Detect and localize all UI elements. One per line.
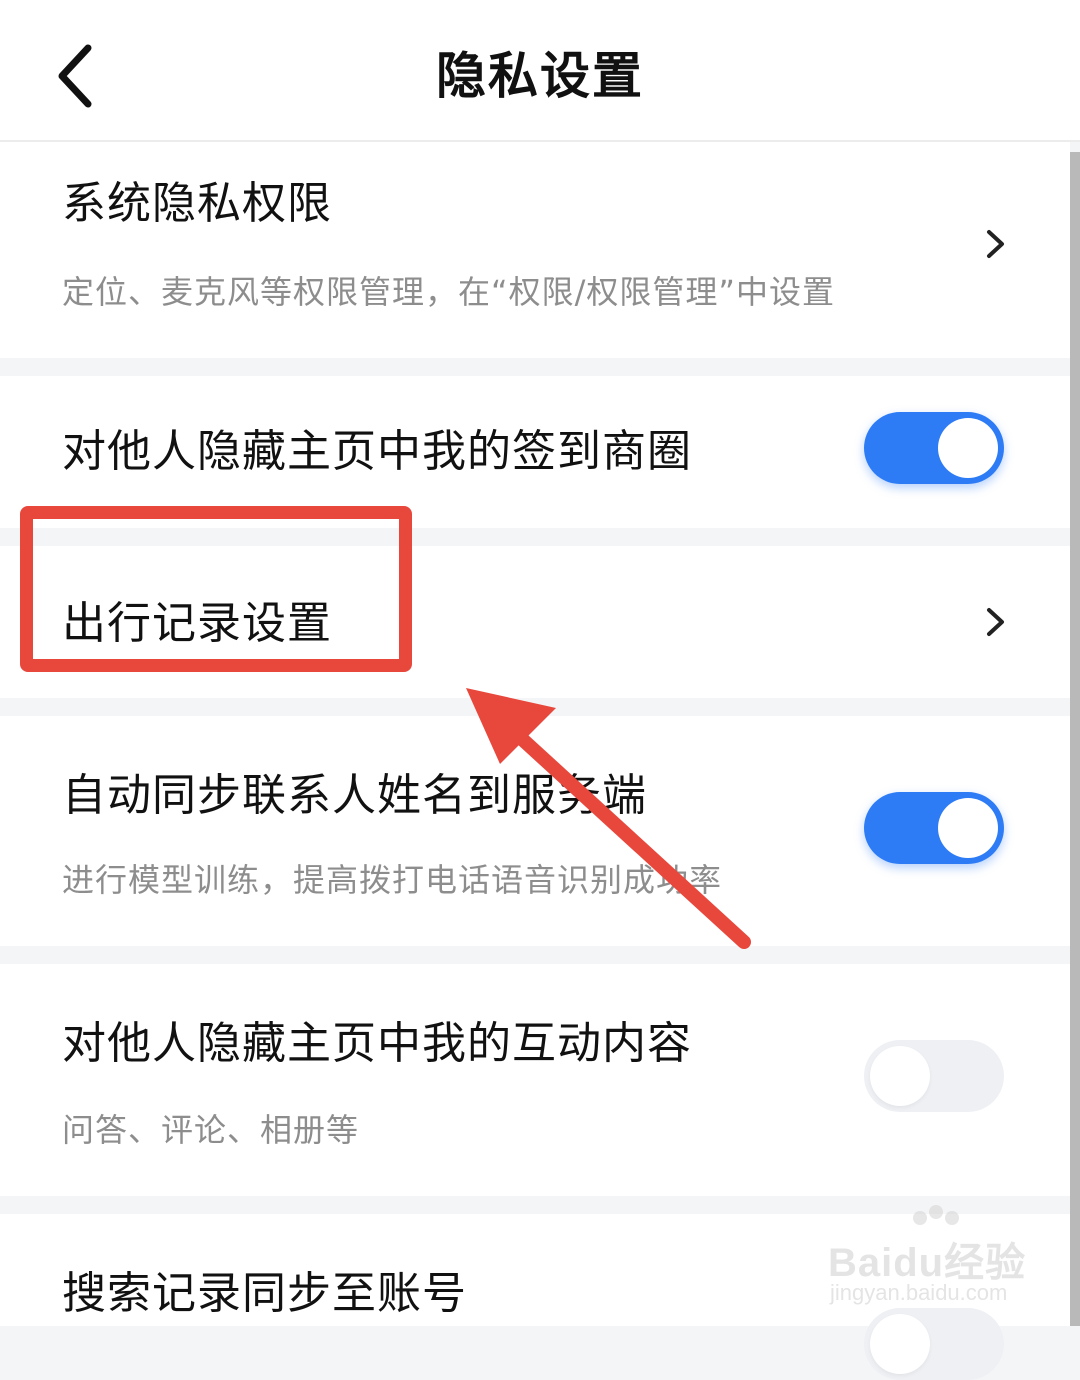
row-sync-contacts: 自动同步联系人姓名到服务端 进行模型训练，提高拨打电话语音识别成功率 bbox=[0, 716, 1070, 946]
watermark-url: jingyan.baidu.com bbox=[830, 1280, 1008, 1305]
row-subtitle: 进行模型训练，提高拨打电话语音识别成功率 bbox=[62, 861, 723, 899]
row-title: 搜索记录同步至账号 bbox=[62, 1268, 467, 1319]
toggle-knob bbox=[938, 798, 998, 858]
toggle-knob bbox=[870, 1314, 930, 1374]
chevron-right-icon bbox=[987, 608, 1004, 636]
chevron-right-icon bbox=[987, 230, 1004, 258]
scrollbar[interactable] bbox=[1070, 152, 1080, 1326]
toggle-knob bbox=[870, 1046, 930, 1106]
row-hide-interactions: 对他人隐藏主页中我的互动内容 问答、评论、相册等 bbox=[0, 964, 1070, 1196]
header-bar: 隐私设置 bbox=[0, 0, 1080, 142]
row-system-privacy[interactable]: 系统隐私权限 定位、麦克风等权限管理，在“权限/权限管理”中设置 bbox=[0, 142, 1070, 358]
row-title: 自动同步联系人姓名到服务端 bbox=[62, 770, 647, 821]
row-title: 系统隐私权限 bbox=[62, 178, 332, 229]
interactions-toggle[interactable] bbox=[864, 1040, 1004, 1112]
sync-contacts-toggle[interactable] bbox=[864, 792, 1004, 864]
row-subtitle: 问答、评论、相册等 bbox=[62, 1111, 360, 1149]
baidu-watermark: Baidu经验 jingyan.baidu.com bbox=[828, 1204, 1028, 1314]
row-subtitle: 定位、麦克风等权限管理，在“权限/权限管理”中设置 bbox=[62, 273, 835, 311]
checkin-toggle[interactable] bbox=[864, 412, 1004, 484]
row-title: 对他人隐藏主页中我的互动内容 bbox=[62, 1018, 692, 1069]
row-title: 对他人隐藏主页中我的签到商圈 bbox=[62, 426, 692, 477]
toggle-knob bbox=[938, 418, 998, 478]
search-sync-toggle[interactable] bbox=[864, 1308, 1004, 1380]
annotation-highlight-box bbox=[20, 506, 412, 672]
page-title: 隐私设置 bbox=[436, 47, 644, 105]
